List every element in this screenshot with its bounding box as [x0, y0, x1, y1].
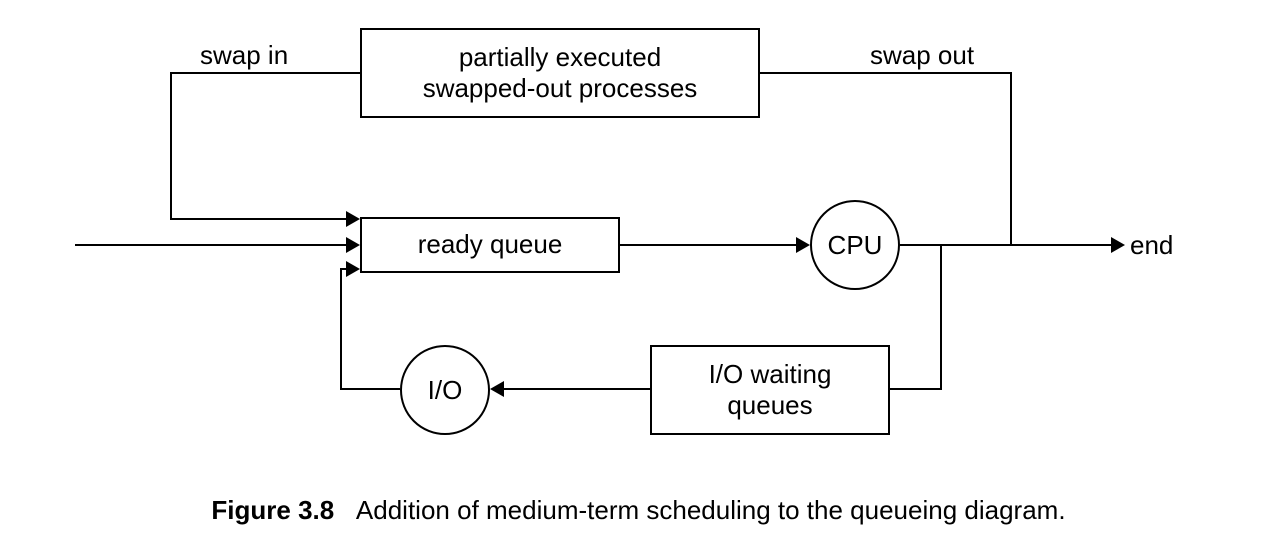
edge-swap-in-to-ready: [170, 218, 350, 220]
edge-iowait-to-io: [500, 388, 650, 390]
swap-in-label: swap in: [200, 40, 288, 71]
figure-caption: Figure 3.8 Addition of medium-term sched…: [0, 495, 1277, 526]
figure-number: Figure 3.8: [211, 495, 334, 525]
arrow-io-into-ready: [346, 261, 360, 277]
end-label: end: [1130, 230, 1173, 261]
edge-swap-in-horiz: [170, 72, 360, 74]
io-waiting-queues-box: I/O waiting queues: [650, 345, 890, 435]
edge-swap-in-vert: [170, 72, 172, 220]
figure-caption-text: Addition of medium-term scheduling to th…: [356, 495, 1066, 525]
swapped-out-processes-box: partially executed swapped-out processes: [360, 28, 760, 118]
cpu-node: CPU: [810, 200, 900, 290]
io-node: I/O: [400, 345, 490, 435]
edge-ready-to-cpu: [620, 244, 800, 246]
arrow-into-ready-main: [346, 237, 360, 253]
edge-io-up: [340, 268, 342, 390]
edge-cpu-down-vert: [940, 244, 942, 390]
edge-cpu-to-iowait: [890, 388, 942, 390]
ready-queue-box: ready queue: [360, 217, 620, 273]
diagram-canvas: partially executed swapped-out processes…: [0, 0, 1277, 553]
edge-swap-out-horiz: [760, 72, 1012, 74]
edge-start-to-ready: [75, 244, 350, 246]
edge-cpu-to-end: [900, 244, 1115, 246]
arrow-to-end: [1111, 237, 1125, 253]
arrow-into-io: [490, 381, 504, 397]
edge-io-left: [340, 388, 400, 390]
arrow-into-cpu: [796, 237, 810, 253]
swap-out-label: swap out: [870, 40, 974, 71]
edge-swap-out-vert: [1010, 72, 1012, 246]
arrow-swap-in-into-ready: [346, 211, 360, 227]
